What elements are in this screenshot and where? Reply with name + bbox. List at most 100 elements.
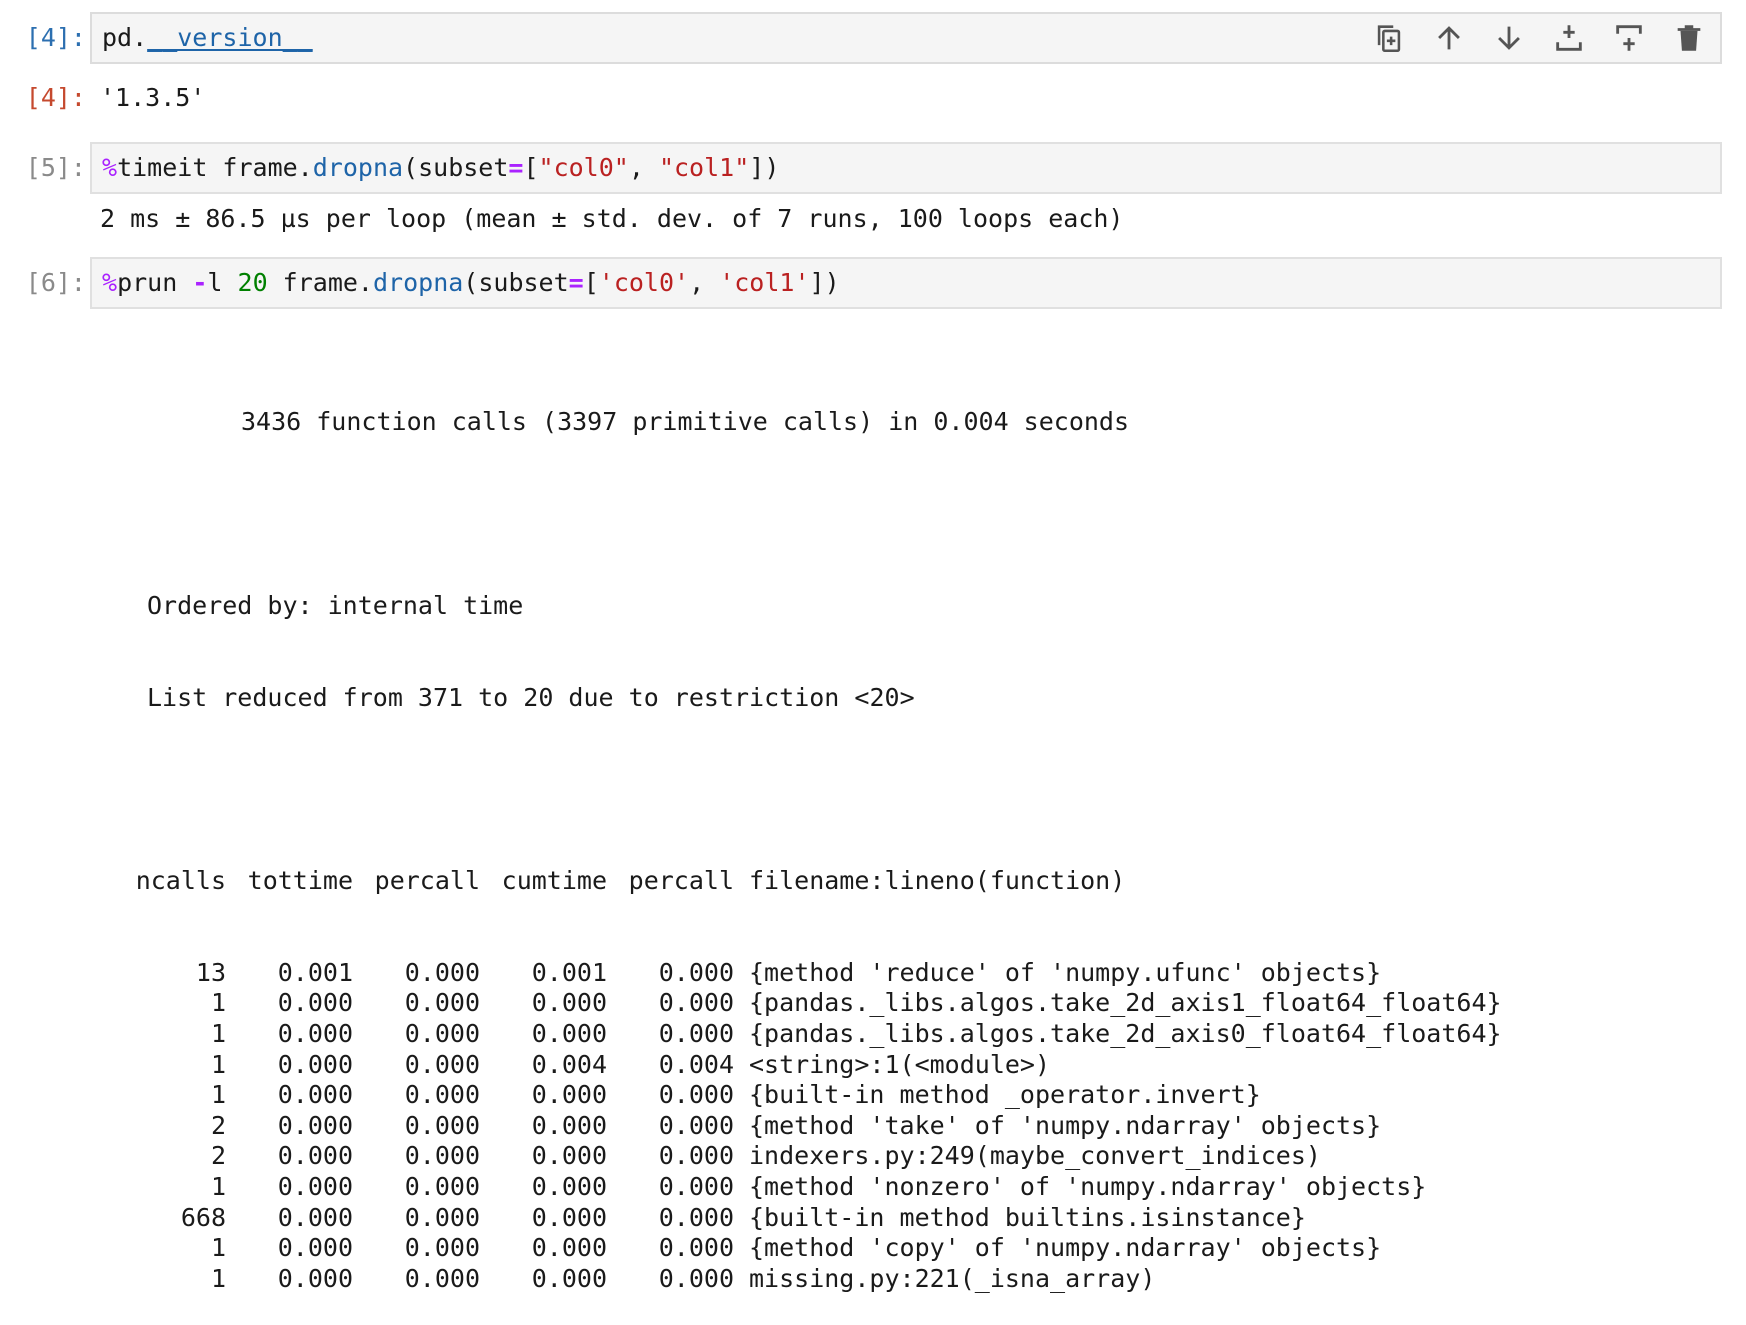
- profile-cell: {built-in method _operator.invert}: [749, 1080, 1261, 1110]
- profile-cell: 0.000: [531, 1141, 607, 1171]
- cell-toolbar: [1368, 17, 1710, 59]
- code-operator: -: [192, 268, 208, 297]
- profile-cell: <string>:1(<module>): [749, 1049, 1051, 1079]
- code-cell[interactable]: %timeit frame.dropna(subset=["col0", "co…: [90, 142, 1722, 194]
- profile-cell: 1: [210, 1172, 226, 1202]
- duplicate-cell-button[interactable]: [1368, 17, 1410, 59]
- move-down-button[interactable]: [1488, 17, 1530, 59]
- code-string: "col0": [538, 153, 629, 182]
- column-header: ncalls: [135, 866, 226, 896]
- profile-cell: 0.000: [658, 1172, 734, 1202]
- profile-cell: 0.000: [277, 988, 353, 1018]
- code-string: 'col0': [598, 268, 690, 297]
- delete-cell-icon: [1677, 25, 1701, 51]
- profile-cell: 0.000: [658, 1202, 734, 1232]
- profile-cell: 0.000: [658, 1080, 734, 1110]
- code-string: 'col1': [719, 268, 810, 297]
- profile-cell: 1: [210, 1080, 226, 1110]
- profile-cell: {method 'take' of 'numpy.ndarray' object…: [749, 1110, 1382, 1140]
- code-cell[interactable]: pd.__version__: [90, 12, 1722, 64]
- code-text: [: [583, 268, 599, 297]
- profile-reduced: List reduced from 371 to 20 due to restr…: [147, 682, 915, 712]
- cell-source[interactable]: %timeit frame.dropna(subset=["col0", "co…: [102, 151, 779, 185]
- code-text: (subset: [463, 268, 569, 297]
- profile-cell: 0.000: [531, 1080, 607, 1110]
- column-header: percall: [374, 866, 480, 896]
- profile-cell: 668: [180, 1202, 226, 1232]
- profile-cell: indexers.py:249(maybe_convert_indices): [749, 1141, 1321, 1171]
- profile-row: 2 0.000 0.000 0.000 0.000 {method 'take' of '…: [100, 1111, 1502, 1142]
- column-header: percall: [628, 866, 734, 896]
- insert-above-button[interactable]: [1608, 17, 1650, 59]
- code-text: ,: [689, 268, 720, 297]
- code-text: frame.: [207, 153, 313, 182]
- profile-cell: 0.001: [277, 957, 353, 987]
- profile-row: 1 0.000 0.000 0.000 0.000 {pandas._libs.algos…: [100, 988, 1502, 1019]
- profile-cell: 2: [210, 1141, 226, 1171]
- profile-cell: 0.000: [404, 957, 480, 987]
- profile-cell: 0.000: [404, 988, 480, 1018]
- profile-cell: 0.000: [404, 1202, 480, 1232]
- profile-rows: 13 0.001 0.000 0.001 0.000 {method 'reduce' o…: [100, 958, 1502, 1295]
- input-prompt: [6]:: [25, 268, 86, 297]
- code-cell[interactable]: %prun -l 20 frame.dropna(subset=['col0',…: [90, 257, 1722, 309]
- profile-cell: 0.004: [531, 1049, 607, 1079]
- profile-cell: 0.000: [277, 1202, 353, 1232]
- code-operator: =: [568, 268, 584, 297]
- profile-cell: 0.000: [404, 1233, 480, 1263]
- profile-cell: {method 'nonzero' of 'numpy.ndarray' obj…: [749, 1172, 1427, 1202]
- input-prompt: [4]:: [25, 23, 86, 52]
- profile-cell: {built-in method builtins.isinstance}: [749, 1202, 1306, 1232]
- insert-above-icon: [1616, 25, 1642, 51]
- duplicate-cell-icon: [1377, 25, 1401, 53]
- profile-row: 1 0.000 0.000 0.000 0.000 {method 'copy' of '…: [100, 1233, 1502, 1264]
- profile-cell: 0.000: [531, 1172, 607, 1202]
- code-text: [: [523, 153, 539, 182]
- profile-cell: 1: [210, 988, 226, 1018]
- code-text: (subset: [403, 153, 509, 182]
- move-up-button[interactable]: [1428, 17, 1470, 59]
- code-text: prun: [117, 268, 178, 297]
- profile-cell: {pandas._libs.algos.take_2d_axis0_float6…: [749, 1019, 1502, 1049]
- profile-cell: 0.000: [404, 1141, 480, 1171]
- profile-cell: 0.000: [658, 1019, 734, 1049]
- profile-cell: 0.000: [658, 1110, 734, 1140]
- profile-row: 1 0.000 0.000 0.000 0.000 {pandas._libs.algos…: [100, 1019, 1502, 1050]
- code-text: __version__: [147, 23, 313, 52]
- code-text: timeit: [117, 153, 208, 182]
- profile-cell: 0.000: [531, 1233, 607, 1263]
- profile-cell: 0.000: [531, 988, 607, 1018]
- profile-cell: 0.000: [658, 1233, 734, 1263]
- profile-cell: 1: [210, 1233, 226, 1263]
- profile-cell: 0.000: [531, 1019, 607, 1049]
- cell-output: '1.3.5': [100, 83, 206, 112]
- cell-output: 2 ms ± 86.5 µs per loop (mean ± std. dev…: [100, 204, 1124, 233]
- profile-row: 1 0.000 0.000 0.000 0.000 missing.py:221(_isn…: [100, 1264, 1502, 1295]
- profile-row: 668 0.000 0.000 0.000 0.000 {built-in method …: [100, 1203, 1502, 1234]
- profile-row: 1 0.000 0.000 0.000 0.000 {method 'nonzero' o…: [100, 1172, 1502, 1203]
- cell-source[interactable]: %prun -l 20 frame.dropna(subset=['col0',…: [102, 266, 840, 300]
- profile-cell: {method 'copy' of 'numpy.ndarray' object…: [749, 1233, 1382, 1263]
- cell-source[interactable]: pd.__version__: [102, 21, 313, 55]
- profile-ordered-by: Ordered by: internal time: [147, 590, 524, 620]
- profile-cell: 0.001: [531, 957, 607, 987]
- profile-row: 13 0.001 0.000 0.001 0.000 {method 'reduce' o…: [100, 958, 1502, 989]
- profile-row: 1 0.000 0.000 0.004 0.004 <string>:1(<module>…: [100, 1050, 1502, 1081]
- profile-cell: 0.000: [277, 1080, 353, 1110]
- profile-cell: 0.000: [277, 1019, 353, 1049]
- code-function: dropna: [312, 153, 404, 182]
- profile-cell: 0.000: [404, 1049, 480, 1079]
- profile-summary: 3436 function calls (3397 primitive call…: [241, 407, 1130, 437]
- profile-cell: missing.py:221(_isna_array): [749, 1263, 1156, 1293]
- profile-cell: 0.000: [277, 1172, 353, 1202]
- insert-below-button[interactable]: [1548, 17, 1590, 59]
- code-string: "col1": [658, 153, 750, 182]
- magic-symbol: %: [102, 153, 118, 182]
- profile-cell: 0.000: [658, 957, 734, 987]
- delete-cell-button[interactable]: [1668, 17, 1710, 59]
- profile-cell: 0.000: [404, 1172, 480, 1202]
- output-prompt: [4]:: [25, 83, 86, 112]
- profile-cell: 1: [210, 1049, 226, 1079]
- profile-cell: 2: [210, 1110, 226, 1140]
